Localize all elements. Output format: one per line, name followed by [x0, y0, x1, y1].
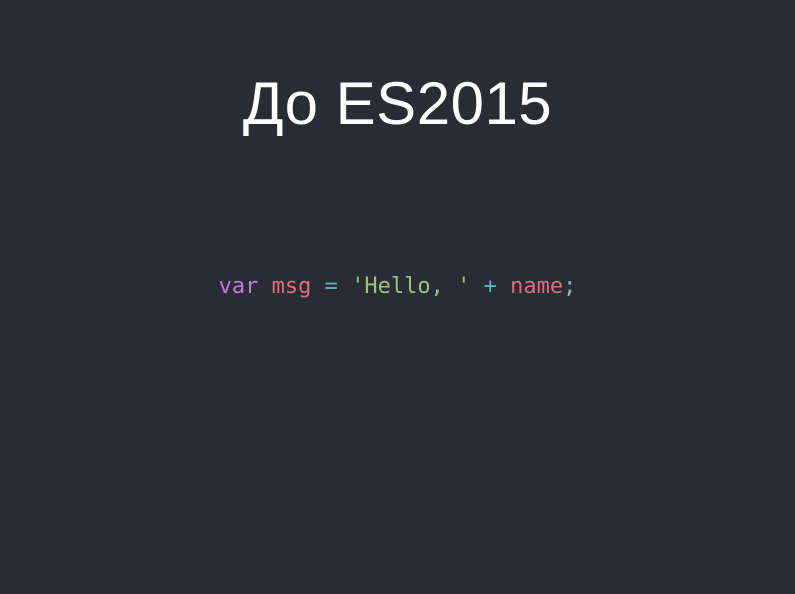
code-token-operator-assign: =	[324, 274, 338, 299]
code-token-keyword-var: var	[218, 274, 259, 299]
presentation-slide: До ES2015 var msg = 'Hello, ' + name;	[0, 0, 795, 594]
code-token-semicolon: ;	[563, 274, 577, 299]
slide-title: До ES2015	[242, 70, 553, 137]
code-token-variable-msg: msg	[271, 274, 312, 299]
code-token-variable-name: name	[510, 274, 564, 299]
code-token-string-hello: 'Hello, '	[351, 274, 471, 299]
code-token-operator-plus: +	[483, 274, 497, 299]
code-snippet: var msg = 'Hello, ' + name;	[0, 271, 795, 303]
